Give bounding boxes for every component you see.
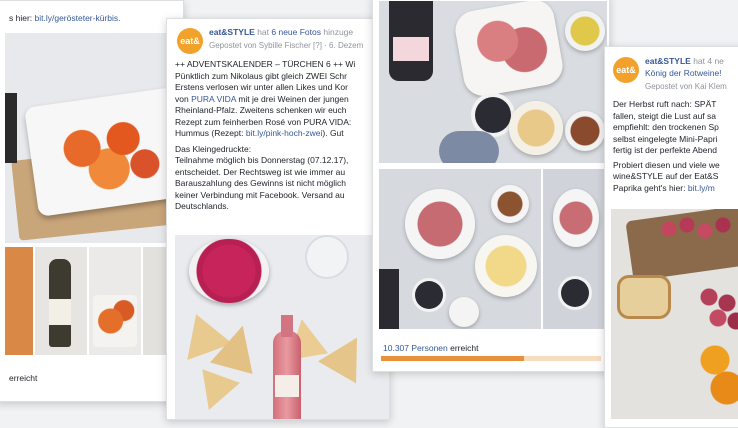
body-line: Hummus (Rezept: bit.ly/pink-hoch-zwei). … xyxy=(175,128,389,140)
wine-bottle xyxy=(379,269,399,329)
thumb-photo-1 xyxy=(5,247,33,355)
body-line: von PURA VIDA mit je drei Weinen der jun… xyxy=(175,93,389,106)
body-line: ++ ADVENTSKALENDER – TÜRCHEN 6 ++ Wi xyxy=(175,59,356,69)
link-prefix: s hier: xyxy=(9,13,35,23)
body-line: Rezept zum feinherben Rosé von PURA VIDA… xyxy=(175,116,352,127)
post-card-advent: eat& eat&STYLE hat 6 neue Fotos hinzuge … xyxy=(166,18,390,420)
post-header: eat&STYLE hat 6 neue Fotos hinzuge xyxy=(209,27,353,37)
ham-plate xyxy=(553,189,599,247)
body-line: selbst eingelegte Mini-Papri xyxy=(613,133,718,144)
dark-dip-bowl xyxy=(415,281,443,309)
recipe-link[interactable]: bit.ly/gerösteter-kürbis. xyxy=(35,13,121,23)
header-suffix: hinzuge xyxy=(321,27,354,37)
fine-print-title: Das Kleingedruckte: xyxy=(175,143,252,154)
pura-vida-link[interactable]: PURA VIDA xyxy=(191,94,236,104)
body-line: Erstens verlosen wir unter allen Likes u… xyxy=(175,82,348,92)
body-line: Paprika geht's hier: bit.ly/m xyxy=(613,183,720,195)
fine-print-line: Deutschlands. xyxy=(175,201,229,211)
ham-plate xyxy=(405,189,475,259)
grapes-bread-photo[interactable] xyxy=(611,209,738,419)
body-line: Der Herbst ruft nach: SPÄT xyxy=(613,99,717,109)
recipe-link[interactable]: bit.ly/m xyxy=(688,183,715,193)
post-card-rotwein: eat& eat&STYLE hat 4 ne König der Rotwei… xyxy=(604,46,738,428)
body-line: Probiert diesen und viele we xyxy=(613,159,720,170)
post-header: eat&STYLE hat 4 ne xyxy=(645,56,724,66)
header-action: hat xyxy=(254,27,272,37)
hummus-photo[interactable] xyxy=(175,235,389,419)
bottle-neck xyxy=(281,315,293,337)
reach-suffix: erreicht xyxy=(447,343,479,353)
reach-bar-track xyxy=(381,356,601,361)
post-title-link[interactable]: König der Rotweine! xyxy=(645,68,722,78)
dark-bottle xyxy=(5,93,17,163)
fine-print-line: keiner Verbindung mit Facebook. Versand … xyxy=(175,189,345,200)
cracker xyxy=(190,369,240,417)
ham-platter xyxy=(452,1,566,100)
body-text: mit je drei Weinen der jungen xyxy=(235,93,349,104)
yogurt-bowl xyxy=(449,297,479,327)
fine-print-line: Barauszahlung des Gewinns ist nicht mögl… xyxy=(175,178,347,188)
body-line: wine&STYLE auf der Eat&S xyxy=(613,171,719,181)
paprika-pieces xyxy=(691,339,738,409)
bottle-label xyxy=(393,37,429,61)
dish-small xyxy=(93,295,137,347)
pumpkin-slices xyxy=(42,105,172,201)
post-body: ++ ADVENTSKALENDER – TÜRCHEN 6 ++ Wi Pün… xyxy=(175,59,389,213)
post-card-left: s hier: bit.ly/gerösteter-kürbis. erreic… xyxy=(0,0,184,402)
reach-bar-fill xyxy=(381,356,524,361)
new-photos-link[interactable]: 6 neue Fotos xyxy=(271,27,321,37)
charcuterie-photo-3[interactable] xyxy=(543,169,607,329)
chip-bowl xyxy=(509,101,563,155)
cracker xyxy=(210,320,264,374)
body-text: ). Gut xyxy=(322,128,344,138)
wine-glass xyxy=(305,235,349,279)
reach-text: erreicht xyxy=(9,373,38,383)
body-line: fallen, steigt die Lust auf sa xyxy=(613,110,717,121)
post-body: Der Herbst ruft nach: SPÄT fallen, steig… xyxy=(613,99,720,194)
thumb-photo-2 xyxy=(35,247,87,355)
page-avatar[interactable]: eat& xyxy=(613,57,639,83)
post-card-charcuterie: 10.307 Personen erreicht xyxy=(372,0,610,372)
header-action: hat 4 ne xyxy=(690,56,724,66)
body-text: Hummus (Rezept: xyxy=(175,128,246,138)
bottle-label xyxy=(49,299,71,325)
bread-slice xyxy=(617,275,671,319)
body-text: Paprika geht's hier: xyxy=(613,182,688,193)
bottle-label xyxy=(275,375,299,397)
dark-dip-bowl xyxy=(561,279,589,307)
page-avatar[interactable]: eat& xyxy=(177,28,203,54)
reach-line: 10.307 Personen erreicht xyxy=(383,343,478,353)
cracker xyxy=(317,326,377,384)
reach-count[interactable]: 10.307 Personen xyxy=(383,343,448,353)
charcuterie-photo-2[interactable] xyxy=(379,169,541,329)
thumb-photo-3 xyxy=(89,247,141,355)
main-food-photo xyxy=(5,33,183,243)
blue-plate xyxy=(439,131,499,163)
fine-print-line: Teilnahme möglich bis Donnerstag (07.12.… xyxy=(175,155,349,165)
charcuterie-photo-main[interactable] xyxy=(379,1,607,163)
grapes-bunch xyxy=(691,279,738,339)
page-name-link[interactable]: eat&STYLE xyxy=(209,27,255,37)
page-name-link[interactable]: eat&STYLE xyxy=(645,56,691,66)
post-link-line: s hier: bit.ly/gerösteter-kürbis. xyxy=(9,13,121,23)
recipe-link[interactable]: bit.ly/pink-hoch-zwei xyxy=(246,128,323,138)
hummus-bowl xyxy=(189,239,269,303)
grapes xyxy=(651,209,738,249)
posted-by: Gepostet von Sybille Fischer [?] · 6. De… xyxy=(209,41,364,50)
body-line: fertig ist der perfekte Abend xyxy=(613,145,717,155)
body-line: Pünktlich zum Nikolaus gibt gleich ZWEI … xyxy=(175,70,347,81)
body-text: von xyxy=(175,93,192,104)
nut-bowl xyxy=(491,185,529,223)
cheese-plate xyxy=(475,235,537,297)
body-line: Rheinland-Pfalz. Zweitens schenken wir e… xyxy=(175,105,347,115)
body-line: empfiehlt: den trockenen Sp xyxy=(613,122,719,132)
dark-dip-bowl xyxy=(475,97,511,133)
olive-oil-bottle xyxy=(565,11,605,51)
fine-print-line: entscheidet. Der Rechtsweg ist wie immer… xyxy=(175,166,346,177)
posted-by: Gepostet von Kai Klem xyxy=(645,82,727,91)
nut-bowl xyxy=(565,111,605,151)
